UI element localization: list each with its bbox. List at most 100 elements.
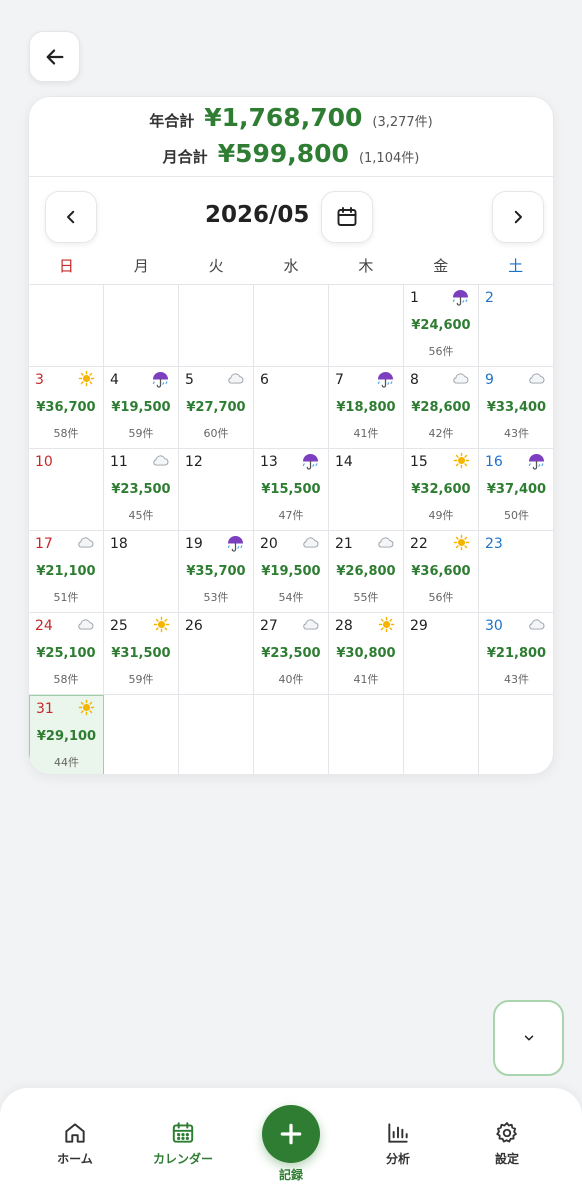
day-number: 28 [335,618,353,634]
cloud-icon [301,534,320,553]
day-count: 49件 [428,509,454,522]
weekday-label: 月 [133,257,149,275]
day-count: 55件 [353,591,379,604]
calendar-day-30[interactable]: 30 ¥21,800 43件 [479,613,553,695]
calendar-grid: 1 ¥24,600 56件 2 3 ¥36,700 58件 4 ¥19,500 59件 5 ¥27,7… [29,284,553,774]
day-amount: ¥35,700 [186,564,246,579]
calendar-day-31[interactable]: 31 ¥29,100 44件 [29,695,104,774]
calendar-day-29[interactable]: 29 [404,613,479,695]
tab-settings[interactable]: 設定 [452,1118,562,1167]
calendar-day-20[interactable]: 20 ¥19,500 54件 [254,531,329,613]
calendar-day-12[interactable]: 12 [179,449,254,531]
calendar-day-1[interactable]: 1 ¥24,600 56件 [404,285,479,367]
calendar-day-8[interactable]: 8 ¥28,600 42件 [404,367,479,449]
month-navigation: 2026/05 [29,191,553,243]
day-count: 53件 [203,591,229,604]
day-amount: ¥25,100 [36,646,96,661]
calendar-day-4[interactable]: 4 ¥19,500 59件 [104,367,179,449]
day-number: 5 [185,372,194,388]
tab-home[interactable]: ホーム [20,1118,130,1167]
day-number: 12 [185,454,203,470]
cloud-icon [301,616,320,635]
day-count: 58件 [53,673,79,686]
calendar-day-16[interactable]: 16 ¥37,400 50件 [479,449,553,531]
prev-month-button[interactable] [45,191,97,243]
back-button[interactable] [29,31,80,82]
empty-cell [479,695,553,774]
year-total-label: 年合計 [149,112,195,130]
calendar-day-3[interactable]: 3 ¥36,700 58件 [29,367,104,449]
weekday-header: 日月火水木金土 [29,253,553,283]
empty-cell [104,695,179,774]
add-record-label: 記録 [278,1168,303,1182]
tab-calendar[interactable]: カレンダー [128,1118,238,1167]
calendar-day-22[interactable]: 22 ¥36,600 56件 [404,531,479,613]
day-number: 7 [335,372,344,388]
scroll-down-button[interactable] [493,1000,564,1076]
day-amount: ¥23,500 [261,646,321,661]
day-number: 2 [485,290,494,306]
calendar-day-23[interactable]: 23 [479,531,553,613]
cloud-icon [76,534,95,553]
add-record-button[interactable] [262,1105,320,1163]
calendar-day-2[interactable]: 2 [479,285,553,367]
day-number: 6 [260,372,269,388]
day-amount: ¥30,800 [336,646,396,661]
calendar-day-19[interactable]: 19 ¥35,700 53件 [179,531,254,613]
tab-analysis[interactable]: 分析 [343,1118,453,1167]
year-total-count: (3,277件) [372,115,433,130]
empty-cell [179,695,254,774]
next-month-button[interactable] [492,191,544,243]
day-amount: ¥33,400 [486,400,547,415]
day-number: 9 [485,372,494,388]
sun-icon [153,616,170,637]
day-amount: ¥26,800 [336,564,396,579]
calendar-day-28[interactable]: 28 ¥30,800 41件 [329,613,404,695]
sun-icon [78,699,95,720]
calendar-day-27[interactable]: 27 ¥23,500 40件 [254,613,329,695]
tab-home-label: ホーム [57,1152,93,1166]
calendar-day-25[interactable]: 25 ¥31,500 59件 [104,613,179,695]
day-count: 59件 [128,427,154,440]
cloud-icon [451,370,470,389]
calendar-day-11[interactable]: 11 ¥23,500 45件 [104,449,179,531]
day-number: 25 [110,618,128,634]
day-amount: ¥18,800 [336,400,396,415]
day-amount: ¥23,500 [111,482,171,497]
day-number: 22 [410,536,428,552]
month-title: 2026/05 [205,202,310,228]
sun-icon [453,452,470,473]
day-amount: ¥15,500 [261,482,321,497]
calendar-day-9[interactable]: 9 ¥33,400 43件 [479,367,553,449]
day-amount: ¥27,700 [186,400,246,415]
day-number: 31 [36,701,54,717]
arrow-left-icon [46,48,63,65]
day-count: 42件 [428,427,454,440]
calendar-day-21[interactable]: 21 ¥26,800 55件 [329,531,404,613]
empty-cell [254,695,329,774]
month-total-count: (1,104件) [358,151,420,166]
tab-analysis-label: 分析 [385,1152,410,1166]
calendar-day-6[interactable]: 6 [254,367,329,449]
calendar-day-5[interactable]: 5 ¥27,700 60件 [179,367,254,449]
calendar-day-26[interactable]: 26 [179,613,254,695]
calendar-day-10[interactable]: 10 [29,449,104,531]
calendar-day-13[interactable]: 13 ¥15,500 47件 [254,449,329,531]
day-count: 41件 [353,427,379,440]
calendar-day-14[interactable]: 14 [329,449,404,531]
weekday-label: 土 [508,257,524,275]
day-number: 18 [110,536,128,552]
calendar-day-17[interactable]: 17 ¥21,100 51件 [29,531,104,613]
calendar-day-18[interactable]: 18 [104,531,179,613]
month-picker-button[interactable] [321,191,373,243]
calendar-day-15[interactable]: 15 ¥32,600 49件 [404,449,479,531]
day-count: 43件 [504,427,529,440]
calendar-day-7[interactable]: 7 ¥18,800 41件 [329,367,404,449]
umbrella-icon [451,288,470,311]
calendar-day-24[interactable]: 24 ¥25,100 58件 [29,613,104,695]
umbrella-icon [151,370,170,393]
day-number: 23 [485,536,503,552]
day-count: 50件 [504,509,529,522]
month-total-amount: ¥599,800 [217,139,349,168]
weekday-label: 火 [208,257,224,275]
